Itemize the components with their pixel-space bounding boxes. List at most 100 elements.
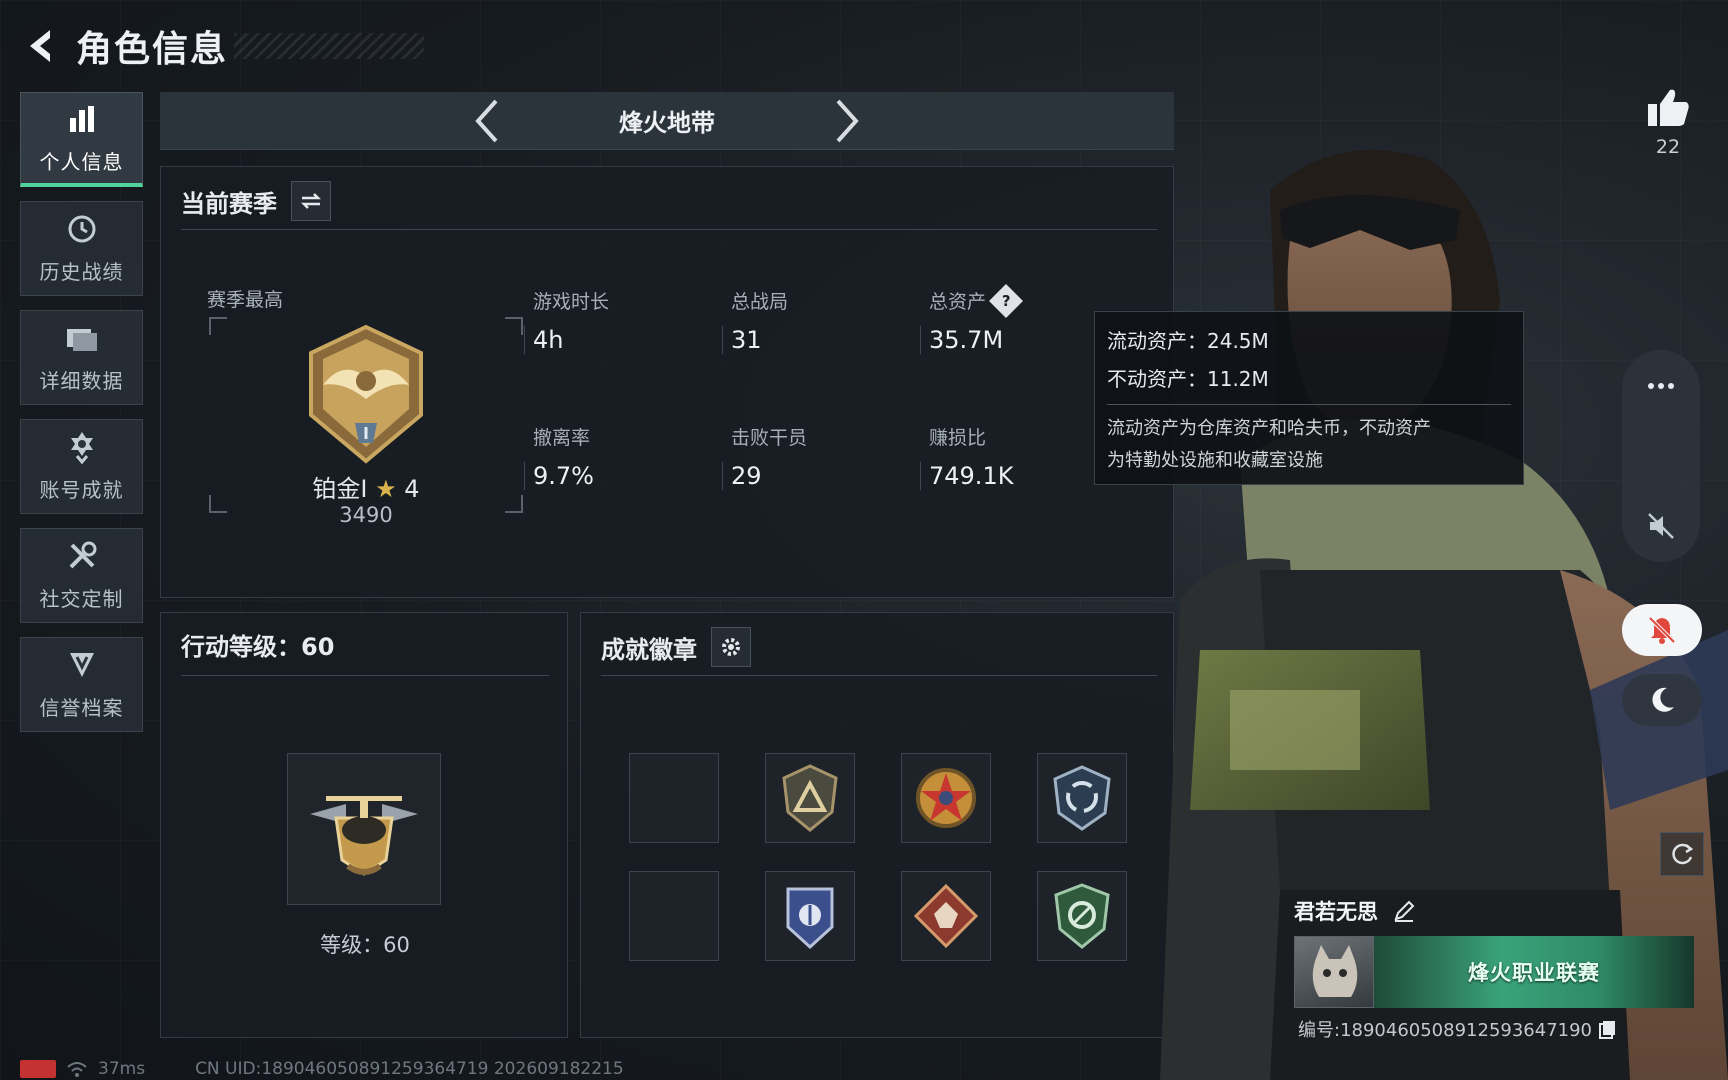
tooltip-liquid-assets: 流动资产：24.5M: [1107, 329, 1269, 353]
page-header: 角色信息: [18, 18, 425, 74]
stat-label: 撤离率: [533, 427, 591, 449]
sidebar-item-credit-record[interactable]: 信誉档案: [20, 637, 143, 732]
sidebar-item-history[interactable]: 历史战绩: [20, 201, 143, 296]
banner-text: 烽火职业联赛: [1468, 961, 1600, 985]
ping-text: 37ms: [98, 1059, 146, 1079]
helicopter-emblem-icon: [310, 796, 418, 876]
red-star-badge-icon: [916, 768, 976, 828]
level-text: 等级：60: [320, 933, 410, 957]
like-button[interactable]: 22: [1640, 86, 1696, 158]
stat-play-time: 游戏时长 4h: [524, 287, 703, 354]
badge-slot[interactable]: [1037, 753, 1127, 843]
panel-header: 当前赛季: [181, 181, 331, 221]
panel-divider: [601, 675, 1157, 676]
stat-label: 赚损比: [929, 427, 987, 449]
panel-divider: [181, 229, 1157, 230]
sidebar-item-label: 社交定制: [39, 587, 124, 611]
action-level-panel: 行动等级：60 等级：60: [160, 612, 568, 1038]
player-id-row: 编号:1890460508912593647190: [1298, 1016, 1618, 1042]
sidebar-item-personal-info[interactable]: 个人信息: [20, 92, 143, 187]
swap-arrows-icon: [300, 193, 322, 209]
achievement-badges-panel: 成就徽章: [580, 612, 1174, 1038]
badge-slot[interactable]: [901, 871, 991, 961]
rotate-model-button[interactable]: [1660, 832, 1704, 876]
season-switch-button[interactable]: [291, 181, 331, 221]
medal-icon: [65, 430, 99, 464]
badge-slot[interactable]: [765, 753, 855, 843]
tooltip-note-line2: 为特勤处设施和收藏室设施: [1107, 450, 1323, 471]
badge-slot[interactable]: [765, 871, 855, 961]
back-arrow-icon: [30, 30, 50, 62]
cat-avatar-icon: [1312, 945, 1358, 997]
star-icon: ★: [375, 475, 397, 503]
player-card: 君若无思 烽火职业联赛 编号:1890460508912593647190: [1292, 896, 1712, 1046]
rank-stars: 4: [404, 475, 420, 503]
stat-value: 29: [722, 462, 901, 490]
panel-divider: [181, 675, 549, 676]
sidebar-item-label: 账号成就: [39, 478, 124, 502]
uid-text: CN UID:18904605089125936471​9 2026091822…: [195, 1059, 624, 1079]
stat-label: 游戏时长: [533, 291, 610, 313]
player-id: 编号:1890460508912593647190: [1298, 1020, 1593, 1041]
shield-badge-icon: [65, 648, 99, 682]
badge-grid: [629, 753, 1127, 961]
sidebar-item-label: 历史战绩: [39, 260, 124, 284]
sidebar-nav: 个人信息 历史战绩 详细数据 账号成就 社交定制 信誉档案: [20, 92, 143, 732]
mode-title: 烽火地带: [619, 109, 715, 137]
mute-button[interactable]: [1622, 496, 1700, 556]
sidebar-item-label: 详细数据: [39, 369, 124, 393]
player-name: 君若无思: [1294, 900, 1378, 924]
league-banner[interactable]: 烽火职业联赛: [1374, 936, 1694, 1008]
stat-label: 总战局: [731, 291, 789, 313]
tooltip-note-line1: 流动资产为仓库资产和哈夫币，不动资产: [1107, 418, 1431, 439]
badge-slot[interactable]: [1037, 871, 1127, 961]
sidebar-item-social-custom[interactable]: 社交定制: [20, 528, 143, 623]
panel-title: 当前赛季: [181, 189, 277, 218]
speaker-muted-icon: [1648, 513, 1674, 539]
avatar[interactable]: [1294, 936, 1374, 1008]
stat-total-matches: 总战局 31: [722, 287, 901, 354]
stat-extract-rate: 撤离率 9.7%: [524, 423, 703, 490]
gear-icon: [722, 638, 740, 656]
mode-next-button[interactable]: [827, 96, 867, 146]
sidebar-item-achievements[interactable]: 账号成就: [20, 419, 143, 514]
bell-off-icon: [1648, 616, 1676, 644]
rank-box: 铂金I ★ 4 3490: [209, 317, 523, 527]
back-button[interactable]: [18, 24, 62, 68]
season-best-label: 赛季最高: [207, 289, 284, 311]
battery-icon: [20, 1060, 56, 1078]
level-emblem-box[interactable]: [287, 753, 441, 905]
badge-slot-empty[interactable]: [629, 871, 719, 961]
sidebar-item-detailed-data[interactable]: 详细数据: [20, 310, 143, 405]
stat-label: 总资产 ?: [929, 283, 1099, 318]
notification-mute-button[interactable]: [1622, 604, 1702, 656]
folder-icon: [65, 321, 99, 355]
frame-corner: [505, 317, 523, 335]
edit-pencil-icon[interactable]: [1392, 899, 1416, 923]
badge-slot-empty[interactable]: [629, 753, 719, 843]
assets-tooltip: 流动资产：24.5M 不动资产：11.2M 流动资产为仓库资产和哈夫币，不动资产…: [1094, 311, 1524, 485]
night-mode-button[interactable]: [1622, 674, 1702, 726]
badge-slot[interactable]: [901, 753, 991, 843]
help-icon[interactable]: ?: [989, 283, 1023, 318]
more-button[interactable]: [1622, 356, 1700, 416]
stat-label: 击败干员: [731, 427, 808, 449]
title-decoration: [234, 33, 425, 59]
like-count: 22: [1655, 136, 1681, 158]
rank-tier: 铂金I: [312, 475, 368, 503]
copy-icon[interactable]: [1598, 1019, 1618, 1039]
wifi-icon: [67, 1062, 87, 1077]
platinum-rank-emblem-icon: [309, 324, 423, 464]
stat-label-text: 总资产: [929, 291, 987, 313]
bar-chart-icon: [65, 102, 99, 136]
green-shield-badge-icon: [1054, 883, 1110, 949]
moon-icon: [1652, 687, 1674, 712]
page-title: 角色信息: [76, 29, 229, 70]
stat-total-assets: 总资产 ? 35.7M: [920, 283, 1099, 354]
mode-prev-button[interactable]: [467, 96, 507, 146]
circular-arrows-badge-icon: [1053, 765, 1111, 831]
thumbs-up-icon: [1648, 89, 1689, 126]
sidebar-item-label: 信誉档案: [39, 696, 124, 720]
tooltip-fixed-assets: 不动资产：11.2M: [1107, 367, 1269, 391]
badge-settings-button[interactable]: [711, 627, 751, 667]
